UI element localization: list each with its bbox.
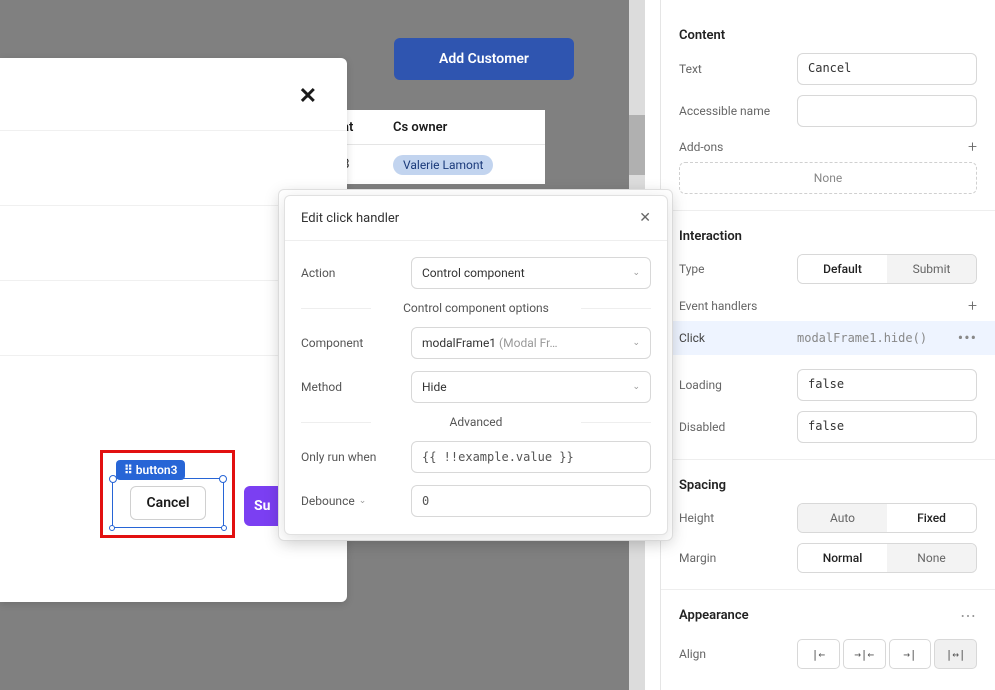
- event-handler-code: modalFrame1.hide(): [797, 331, 958, 345]
- component-select[interactable]: modalFrame1 (Modal Fr… ⌄: [411, 327, 651, 359]
- debounce-label: Debounce ⌄: [301, 494, 411, 508]
- component-select-value: modalFrame1: [422, 336, 496, 350]
- loading-label: Loading: [679, 378, 797, 392]
- disabled-input[interactable]: false: [797, 411, 977, 443]
- component-select-secondary: (Modal Fr…: [499, 336, 557, 350]
- control-component-options-heading: Control component options: [301, 301, 651, 315]
- align-group: |← →|← →| |↔|: [797, 639, 977, 669]
- customers-table-fragment: eat Cs owner 23 Valerie Lamont: [335, 110, 545, 184]
- inspector-panel: Content Text Cancel Accessible name Add-…: [660, 0, 995, 690]
- type-label: Type: [679, 262, 797, 276]
- table-header-owner: Cs owner: [385, 120, 545, 135]
- method-select[interactable]: Hide ⌄: [411, 371, 651, 403]
- margin-option-normal[interactable]: Normal: [798, 544, 887, 572]
- debounce-input[interactable]: 0: [411, 485, 651, 517]
- accessible-name-input[interactable]: [797, 95, 977, 127]
- content-heading: Content: [679, 28, 977, 43]
- text-input[interactable]: Cancel: [797, 53, 977, 85]
- align-stretch-button[interactable]: |↔|: [934, 639, 977, 669]
- chevron-down-icon: ⌄: [632, 268, 640, 278]
- addons-empty[interactable]: None: [679, 162, 977, 194]
- align-center-button[interactable]: →|←: [843, 639, 886, 669]
- add-addon-button[interactable]: +: [968, 137, 977, 156]
- action-select[interactable]: Control component ⌄: [411, 257, 651, 289]
- add-event-handler-button[interactable]: +: [968, 296, 977, 315]
- owner-badge[interactable]: Valerie Lamont: [393, 155, 493, 175]
- type-segmented[interactable]: Default Submit: [797, 254, 977, 284]
- table-row[interactable]: 23 Valerie Lamont: [335, 144, 545, 184]
- action-label: Action: [301, 266, 411, 280]
- selected-component-wrapper: ⠿ button3 Cancel: [102, 452, 235, 536]
- advanced-heading: Advanced: [301, 415, 651, 429]
- loading-input[interactable]: false: [797, 369, 977, 401]
- type-option-default[interactable]: Default: [798, 255, 887, 283]
- component-label: Component: [301, 336, 411, 350]
- selection-bounds[interactable]: Cancel: [112, 478, 224, 528]
- table-cell-owner: Valerie Lamont: [385, 155, 545, 175]
- align-label: Align: [679, 647, 797, 661]
- interaction-heading: Interaction: [679, 229, 977, 244]
- addons-label: Add-ons: [679, 140, 723, 154]
- cancel-button[interactable]: Cancel: [130, 486, 207, 520]
- margin-option-none[interactable]: None: [887, 544, 976, 572]
- chevron-down-icon: ⌄: [632, 338, 640, 348]
- appearance-heading: Appearance: [679, 608, 749, 623]
- appearance-more-icon[interactable]: ⋯: [960, 606, 977, 625]
- action-select-value: Control component: [422, 266, 525, 280]
- align-right-button[interactable]: →|: [889, 639, 932, 669]
- table-header-row: eat Cs owner: [335, 110, 545, 144]
- align-left-button[interactable]: |←: [797, 639, 840, 669]
- canvas-scrollbar-thumb[interactable]: [629, 115, 645, 175]
- margin-label: Margin: [679, 551, 797, 565]
- add-customer-button[interactable]: Add Customer: [394, 38, 574, 80]
- event-handler-row[interactable]: Click modalFrame1.hide() •••: [661, 321, 995, 355]
- close-icon[interactable]: ✕: [299, 84, 317, 109]
- only-run-when-label: Only run when: [301, 450, 411, 464]
- chevron-down-icon: ⌄: [632, 382, 640, 392]
- type-option-submit[interactable]: Submit: [887, 255, 976, 283]
- text-label: Text: [679, 62, 797, 76]
- spacing-heading: Spacing: [679, 478, 977, 493]
- popup-title: Edit click handler: [301, 211, 399, 226]
- edit-click-handler-popup: Edit click handler ✕ Action Control comp…: [284, 195, 668, 535]
- margin-segmented[interactable]: Normal None: [797, 543, 977, 573]
- submit-button-fragment[interactable]: Su: [244, 486, 284, 526]
- method-select-value: Hide: [422, 380, 447, 394]
- disabled-label: Disabled: [679, 420, 797, 434]
- selection-tag[interactable]: ⠿ button3: [116, 460, 185, 480]
- event-handler-name: Click: [679, 331, 797, 345]
- event-handlers-label: Event handlers: [679, 299, 757, 313]
- method-label: Method: [301, 380, 411, 394]
- event-handler-more-icon[interactable]: •••: [958, 333, 977, 343]
- height-label: Height: [679, 511, 797, 525]
- close-icon[interactable]: ✕: [639, 210, 651, 226]
- only-run-when-input[interactable]: {{ !!example.value }}: [411, 441, 651, 473]
- accessible-name-label: Accessible name: [679, 104, 797, 118]
- height-option-fixed[interactable]: Fixed: [887, 504, 976, 532]
- height-segmented[interactable]: Auto Fixed: [797, 503, 977, 533]
- height-option-auto[interactable]: Auto: [798, 504, 887, 532]
- chevron-down-icon[interactable]: ⌄: [359, 496, 367, 506]
